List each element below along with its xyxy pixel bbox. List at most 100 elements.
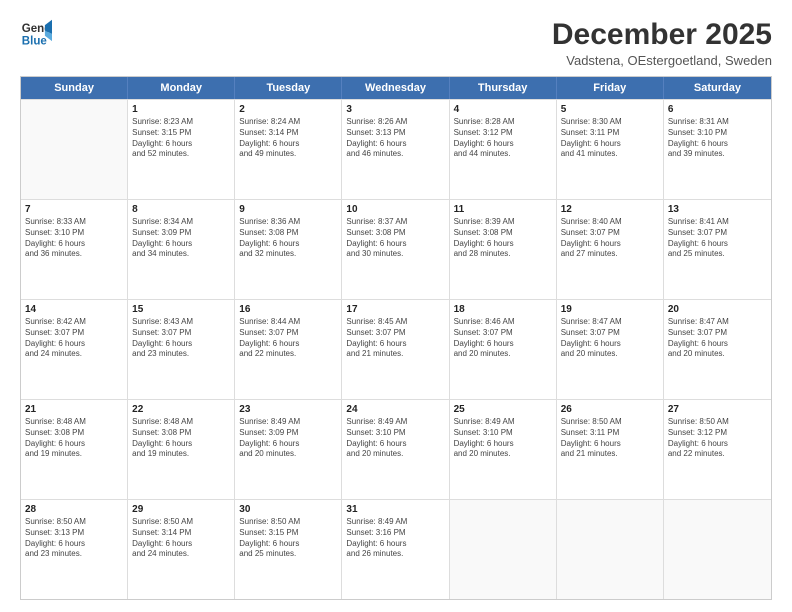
- cell-date: 11: [454, 203, 552, 216]
- main-title: December 2025: [552, 18, 772, 51]
- cal-row-0: 1Sunrise: 8:23 AM Sunset: 3:15 PM Daylig…: [21, 99, 771, 199]
- cell-date: 27: [668, 403, 767, 416]
- cell-date: 15: [132, 303, 230, 316]
- cell-date: 10: [346, 203, 444, 216]
- cal-header-friday: Friday: [557, 77, 664, 99]
- cell-info: Sunrise: 8:23 AM Sunset: 3:15 PM Dayligh…: [132, 117, 230, 160]
- cal-header-saturday: Saturday: [664, 77, 771, 99]
- cell-info: Sunrise: 8:33 AM Sunset: 3:10 PM Dayligh…: [25, 217, 123, 260]
- svg-text:Blue: Blue: [22, 36, 48, 48]
- cell-info: Sunrise: 8:49 AM Sunset: 3:10 PM Dayligh…: [454, 417, 552, 460]
- cal-cell-r3-c4: 25Sunrise: 8:49 AM Sunset: 3:10 PM Dayli…: [450, 400, 557, 499]
- cal-header-wednesday: Wednesday: [342, 77, 449, 99]
- cal-cell-r2-c6: 20Sunrise: 8:47 AM Sunset: 3:07 PM Dayli…: [664, 300, 771, 399]
- title-block: December 2025 Vadstena, OEstergoetland, …: [552, 18, 772, 68]
- cal-cell-r4-c1: 29Sunrise: 8:50 AM Sunset: 3:14 PM Dayli…: [128, 500, 235, 599]
- cell-date: 28: [25, 503, 123, 516]
- cell-date: 20: [668, 303, 767, 316]
- cal-row-3: 21 Sunrise: 8:48 AM Sunset: 3:08 PM Dayli…: [21, 399, 771, 499]
- cal-header-sunday: Sunday: [21, 77, 128, 99]
- cell-info: Sunrise: 8:50 AM Sunset: 3:11 PM Dayligh…: [561, 417, 659, 460]
- cell-info: Sunrise: 8:47 AM Sunset: 3:07 PM Dayligh…: [668, 317, 767, 360]
- cell-info: Sunrise: 8:31 AM Sunset: 3:10 PM Dayligh…: [668, 117, 767, 160]
- logo-icon: General Blue: [20, 18, 52, 50]
- cal-cell-r1-c5: 12Sunrise: 8:40 AM Sunset: 3:07 PM Dayli…: [557, 200, 664, 299]
- cal-cell-r4-c2: 30Sunrise: 8:50 AM Sunset: 3:15 PM Dayli…: [235, 500, 342, 599]
- cell-date: 18: [454, 303, 552, 316]
- cal-cell-r3-c0: 21Sunrise: 8:48 AM Sunset: 3:08 PM Dayli…: [21, 400, 128, 499]
- cal-cell-r3-c5: 26Sunrise: 8:50 AM Sunset: 3:11 PM Dayli…: [557, 400, 664, 499]
- cell-info: Sunrise: 8:49 AM Sunset: 3:10 PM Dayligh…: [346, 417, 444, 460]
- cal-cell-r0-c2: 2Sunrise: 8:24 AM Sunset: 3:14 PM Daylig…: [235, 100, 342, 199]
- cal-row-1: 7Sunrise: 8:33 AM Sunset: 3:10 PM Daylig…: [21, 199, 771, 299]
- cal-cell-r4-c6: [664, 500, 771, 599]
- cell-info: Sunrise: 8:39 AM Sunset: 3:08 PM Dayligh…: [454, 217, 552, 260]
- cell-date: 19: [561, 303, 659, 316]
- cell-date: 21: [25, 403, 123, 416]
- cal-cell-r0-c0: [21, 100, 128, 199]
- cal-header-tuesday: Tuesday: [235, 77, 342, 99]
- cal-cell-r4-c4: [450, 500, 557, 599]
- cal-cell-r1-c4: 11Sunrise: 8:39 AM Sunset: 3:08 PM Dayli…: [450, 200, 557, 299]
- cell-date: 14: [25, 303, 123, 316]
- cell-date: 24: [346, 403, 444, 416]
- page: General Blue General Blue December 2025 …: [0, 0, 792, 612]
- cell-info: Sunrise: 8:41 AM Sunset: 3:07 PM Dayligh…: [668, 217, 767, 260]
- subtitle: Vadstena, OEstergoetland, Sweden: [552, 53, 772, 68]
- cell-info: Sunrise: 8:24 AM Sunset: 3:14 PM Dayligh…: [239, 117, 337, 160]
- calendar-header-row: SundayMondayTuesdayWednesdayThursdayFrid…: [21, 77, 771, 99]
- cell-date: 5: [561, 103, 659, 116]
- cell-date: 2: [239, 103, 337, 116]
- cell-info: Sunrise: 8:44 AM Sunset: 3:07 PM Dayligh…: [239, 317, 337, 360]
- cell-date: 17: [346, 303, 444, 316]
- cell-info: Sunrise: 8:48 AM Sunset: 3:08 PM Dayligh…: [132, 417, 230, 460]
- cal-cell-r3-c6: 27Sunrise: 8:50 AM Sunset: 3:12 PM Dayli…: [664, 400, 771, 499]
- cell-date: 1: [132, 103, 230, 116]
- cal-cell-r0-c6: 6Sunrise: 8:31 AM Sunset: 3:10 PM Daylig…: [664, 100, 771, 199]
- cell-info: Sunrise: 8:46 AM Sunset: 3:07 PM Dayligh…: [454, 317, 552, 360]
- cell-info: Sunrise: 8:26 AM Sunset: 3:13 PM Dayligh…: [346, 117, 444, 160]
- cell-info: Sunrise: 8:36 AM Sunset: 3:08 PM Dayligh…: [239, 217, 337, 260]
- cell-date: 23: [239, 403, 337, 416]
- cell-info: Sunrise: 8:42 AM Sunset: 3:07 PM Dayligh…: [25, 317, 123, 360]
- cal-cell-r2-c1: 15Sunrise: 8:43 AM Sunset: 3:07 PM Dayli…: [128, 300, 235, 399]
- cal-cell-r2-c2: 16Sunrise: 8:44 AM Sunset: 3:07 PM Dayli…: [235, 300, 342, 399]
- cal-cell-r3-c2: 23Sunrise: 8:49 AM Sunset: 3:09 PM Dayli…: [235, 400, 342, 499]
- cell-info: Sunrise: 8:47 AM Sunset: 3:07 PM Dayligh…: [561, 317, 659, 360]
- cell-info: Sunrise: 8:50 AM Sunset: 3:14 PM Dayligh…: [132, 517, 230, 560]
- cal-cell-r0-c5: 5Sunrise: 8:30 AM Sunset: 3:11 PM Daylig…: [557, 100, 664, 199]
- cell-info: Sunrise: 8:34 AM Sunset: 3:09 PM Dayligh…: [132, 217, 230, 260]
- cal-cell-r0-c3: 3Sunrise: 8:26 AM Sunset: 3:13 PM Daylig…: [342, 100, 449, 199]
- cell-date: 16: [239, 303, 337, 316]
- cal-cell-r2-c3: 17Sunrise: 8:45 AM Sunset: 3:07 PM Dayli…: [342, 300, 449, 399]
- cell-info: Sunrise: 8:40 AM Sunset: 3:07 PM Dayligh…: [561, 217, 659, 260]
- cell-date: 4: [454, 103, 552, 116]
- cell-date: 9: [239, 203, 337, 216]
- cal-cell-r4-c0: 28Sunrise: 8:50 AM Sunset: 3:13 PM Dayli…: [21, 500, 128, 599]
- cell-info: Sunrise: 8:49 AM Sunset: 3:16 PM Dayligh…: [346, 517, 444, 560]
- cell-date: 30: [239, 503, 337, 516]
- cal-cell-r4-c5: [557, 500, 664, 599]
- logo: General Blue General Blue: [20, 18, 52, 50]
- cal-header-monday: Monday: [128, 77, 235, 99]
- cal-cell-r2-c4: 18Sunrise: 8:46 AM Sunset: 3:07 PM Dayli…: [450, 300, 557, 399]
- cell-date: 13: [668, 203, 767, 216]
- cell-info: Sunrise: 8:30 AM Sunset: 3:11 PM Dayligh…: [561, 117, 659, 160]
- cell-date: 25: [454, 403, 552, 416]
- cal-cell-r1-c6: 13Sunrise: 8:41 AM Sunset: 3:07 PM Dayli…: [664, 200, 771, 299]
- cell-date: 3: [346, 103, 444, 116]
- cell-info: Sunrise: 8:50 AM Sunset: 3:15 PM Dayligh…: [239, 517, 337, 560]
- cal-cell-r2-c5: 19Sunrise: 8:47 AM Sunset: 3:07 PM Dayli…: [557, 300, 664, 399]
- cal-cell-r3-c1: 22Sunrise: 8:48 AM Sunset: 3:08 PM Dayli…: [128, 400, 235, 499]
- cal-cell-r3-c3: 24Sunrise: 8:49 AM Sunset: 3:10 PM Dayli…: [342, 400, 449, 499]
- cal-cell-r1-c3: 10Sunrise: 8:37 AM Sunset: 3:08 PM Dayli…: [342, 200, 449, 299]
- cal-header-thursday: Thursday: [450, 77, 557, 99]
- cell-info: Sunrise: 8:45 AM Sunset: 3:07 PM Dayligh…: [346, 317, 444, 360]
- cell-date: 26: [561, 403, 659, 416]
- cal-cell-r2-c0: 14Sunrise: 8:42 AM Sunset: 3:07 PM Dayli…: [21, 300, 128, 399]
- cell-date: 22: [132, 403, 230, 416]
- calendar: SundayMondayTuesdayWednesdayThursdayFrid…: [20, 76, 772, 600]
- cell-date: 8: [132, 203, 230, 216]
- cal-row-2: 14Sunrise: 8:42 AM Sunset: 3:07 PM Dayli…: [21, 299, 771, 399]
- cal-cell-r1-c0: 7Sunrise: 8:33 AM Sunset: 3:10 PM Daylig…: [21, 200, 128, 299]
